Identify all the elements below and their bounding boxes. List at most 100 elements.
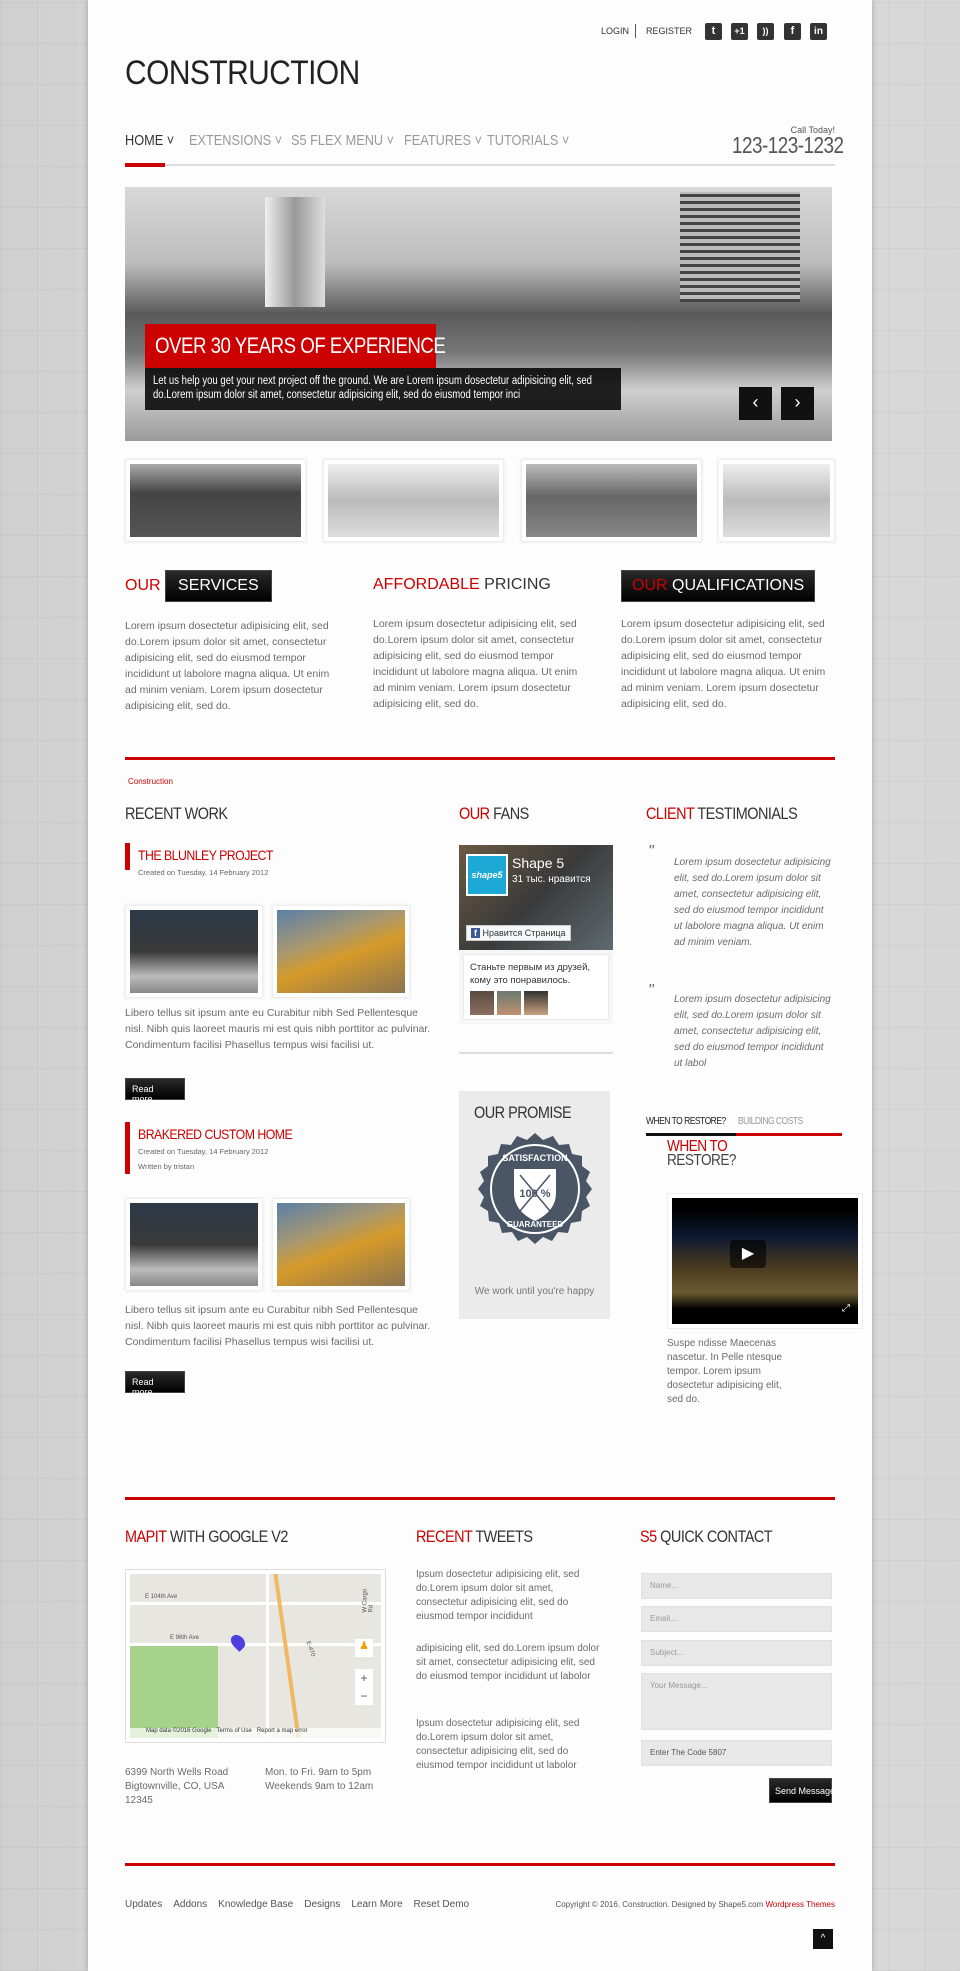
quote-icon: " <box>648 843 654 860</box>
tab-when-to-restore[interactable]: WHEN TO RESTORE? <box>646 1116 726 1127</box>
nav-home[interactable]: HOME ˅ <box>125 132 174 149</box>
site-logo[interactable]: CONSTRUCTION <box>125 54 360 93</box>
tweet: Ipsum dosectetur adipisicing elit, sed d… <box>416 1569 580 1622</box>
article-title[interactable]: THE BLUNLEY PROJECT <box>138 847 273 863</box>
nav-tutorials[interactable]: TUTORIALS ˅ <box>487 132 569 149</box>
feature-pricing: AFFORDABLE PRICING Lorem ipsum dosectetu… <box>373 576 578 710</box>
hero-slider[interactable]: OVER 30 YEARS OF EXPERIENCE Let us help … <box>125 187 832 441</box>
business-hours: Mon. to Fri. 9am to 5pm Weekends 9am to 1… <box>265 1767 374 1792</box>
read-more-button[interactable]: Read more... <box>125 1371 185 1397</box>
read-more-button[interactable]: Read more... <box>125 1078 185 1104</box>
testimonials-heading: CLIENT TESTIMONIALS <box>646 804 798 823</box>
zoom-out-button[interactable]: − <box>355 1687 373 1705</box>
map-marker-icon[interactable] <box>228 1632 248 1652</box>
feature-services: OUR SERVICES Lorem ipsum dosectetur adip… <box>125 570 335 714</box>
quote-icon: " <box>648 982 654 999</box>
captcha-field[interactable]: Enter The Code 5807 <box>641 1740 832 1766</box>
tab-active-indicator <box>646 1133 736 1136</box>
slide-thumbnail[interactable] <box>521 459 702 542</box>
google-plus-icon[interactable]: +1 <box>731 23 748 40</box>
article-date: Created on Tuesday, 14 February 2012 <box>138 1147 269 1156</box>
feature-qualifications: OUR QUALIFICATIONS Lorem ipsum dosectetu… <box>621 570 831 712</box>
facebook-page-widget[interactable]: shape5 Shape 5 31 тыс. нравится f Нравит… <box>459 845 613 950</box>
tweets-heading: RECENT TWEETS <box>416 1527 533 1546</box>
fullscreen-icon[interactable]: ⤢ <box>842 1303 850 1314</box>
slide-thumbnail[interactable] <box>125 459 306 542</box>
register-link[interactable]: REGISTER <box>646 26 692 36</box>
nav-extensions[interactable]: EXTENSIONS ˅ <box>189 132 282 149</box>
article-author: Written by tristan <box>138 1162 195 1171</box>
login-link[interactable]: LOGIN <box>601 26 629 36</box>
svg-text:100 %: 100 % <box>519 1188 550 1200</box>
tab-heading: WHEN TO RESTORE? <box>667 1138 736 1169</box>
video-player[interactable]: ▶ ⤢ <box>667 1193 863 1329</box>
fb-like-page-button[interactable]: f Нравится Страница <box>466 925 571 941</box>
contact-heading: S5 QUICK CONTACT <box>640 1527 773 1546</box>
breadcrumb[interactable]: Construction <box>128 777 173 786</box>
article-title[interactable]: BRAKERED CUSTOM HOME <box>138 1126 293 1142</box>
wordpress-themes-link[interactable]: Wordpress Themes <box>765 1900 835 1909</box>
twitter-icon[interactable]: t <box>705 23 722 40</box>
next-slide-button[interactable]: › <box>781 387 814 420</box>
slide-thumbnail[interactable] <box>718 459 835 542</box>
hero-tower <box>680 192 800 302</box>
back-to-top-button[interactable]: ^ <box>813 1929 833 1949</box>
article-image-workers[interactable] <box>125 905 263 998</box>
fans-heading: OUR FANS <box>459 804 529 823</box>
svg-text:GUARANTEED: GUARANTEED <box>507 1220 564 1229</box>
name-field[interactable]: Name... <box>641 1573 832 1599</box>
article-excerpt: Libero tellus sit ipsum ante eu Curabitu… <box>125 1304 431 1348</box>
article-image-workers[interactable] <box>125 1198 263 1291</box>
play-icon[interactable]: ▶ <box>730 1240 766 1268</box>
fb-likes-count: 31 тыс. нравится <box>512 874 591 885</box>
google-map[interactable]: E 104th Ave E 96th Ave W Cargo Rd E-470 … <box>125 1569 386 1743</box>
promise-box: OUR PROMISE SATISFACTION GUARANTEED 100 … <box>459 1091 610 1319</box>
copyright: Copyright © 2016. Construction. Designed… <box>555 1900 835 1909</box>
map-report-link[interactable]: Report a map error <box>257 1728 308 1734</box>
page-container: LOGIN REGISTER t +1 )) f in CONSTRUCTION… <box>88 0 872 1971</box>
email-field[interactable]: Email... <box>641 1606 832 1632</box>
send-message-button[interactable]: Send Message <box>769 1778 835 1803</box>
footer-link-updates[interactable]: Updates <box>125 1899 162 1910</box>
section-divider <box>125 757 835 760</box>
address: 6399 North Wells Road Bigtownville, CO, U… <box>125 1767 229 1806</box>
footer-link-designs[interactable]: Designs <box>304 1899 340 1910</box>
tweet: adipisicing elit, sed do.Lorem ipsum dol… <box>416 1643 600 1682</box>
zoom-controls[interactable]: + − <box>355 1669 373 1705</box>
map-terms-link[interactable]: Terms of Use <box>216 1728 251 1734</box>
footer-link-learn-more[interactable]: Learn More <box>351 1899 402 1910</box>
subject-field[interactable]: Subject... <box>641 1640 832 1666</box>
message-field[interactable]: Your Message... <box>641 1673 832 1730</box>
hero-title: OVER 30 YEARS OF EXPERIENCE <box>145 324 446 368</box>
street-view-icon[interactable]: ♟ <box>355 1639 373 1657</box>
rss-icon[interactable]: )) <box>757 23 774 40</box>
friend-avatar[interactable] <box>470 991 494 1015</box>
title-accent-bar <box>125 843 130 870</box>
divider <box>635 24 636 38</box>
facebook-icon[interactable]: f <box>784 23 801 40</box>
nav-features[interactable]: FEATURES ˅ <box>404 132 482 149</box>
tab-building-costs[interactable]: BUILDING COSTS <box>738 1116 803 1127</box>
testimonial-text: Lorem ipsum dosectetur adipisicing elit,… <box>674 857 831 948</box>
zoom-in-button[interactable]: + <box>355 1669 373 1687</box>
article-image-excavator[interactable] <box>272 905 410 998</box>
friend-avatar[interactable] <box>497 991 521 1015</box>
slide-thumbnail[interactable] <box>323 459 504 542</box>
map-park <box>130 1646 218 1738</box>
tab-text: Suspe ndisse Maecenas nascetur. In Pelle… <box>667 1338 783 1405</box>
footer-link-addons[interactable]: Addons <box>173 1899 207 1910</box>
footer-link-knowledge-base[interactable]: Knowledge Base <box>218 1899 293 1910</box>
nav-s5-flex-menu[interactable]: S5 FLEX MENU ˅ <box>291 132 394 149</box>
footer-links: Updates Addons Knowledge Base Designs Le… <box>125 1899 469 1910</box>
prev-slide-button[interactable]: ‹ <box>739 387 772 420</box>
phone-number: 123-123-1232 <box>732 132 844 158</box>
footer-link-reset-demo[interactable]: Reset Demo <box>414 1899 470 1910</box>
article-image-excavator[interactable] <box>272 1198 410 1291</box>
article-excerpt: Libero tellus sit ipsum ante eu Curabitu… <box>125 1007 431 1051</box>
linkedin-icon[interactable]: in <box>810 23 827 40</box>
map-heading: MAPIT WITH GOOGLE V2 <box>125 1527 288 1546</box>
friend-avatar[interactable] <box>524 991 548 1015</box>
fb-page-name[interactable]: Shape 5 <box>512 855 564 871</box>
nav-active-indicator <box>125 163 165 167</box>
footer-divider <box>125 1863 835 1866</box>
